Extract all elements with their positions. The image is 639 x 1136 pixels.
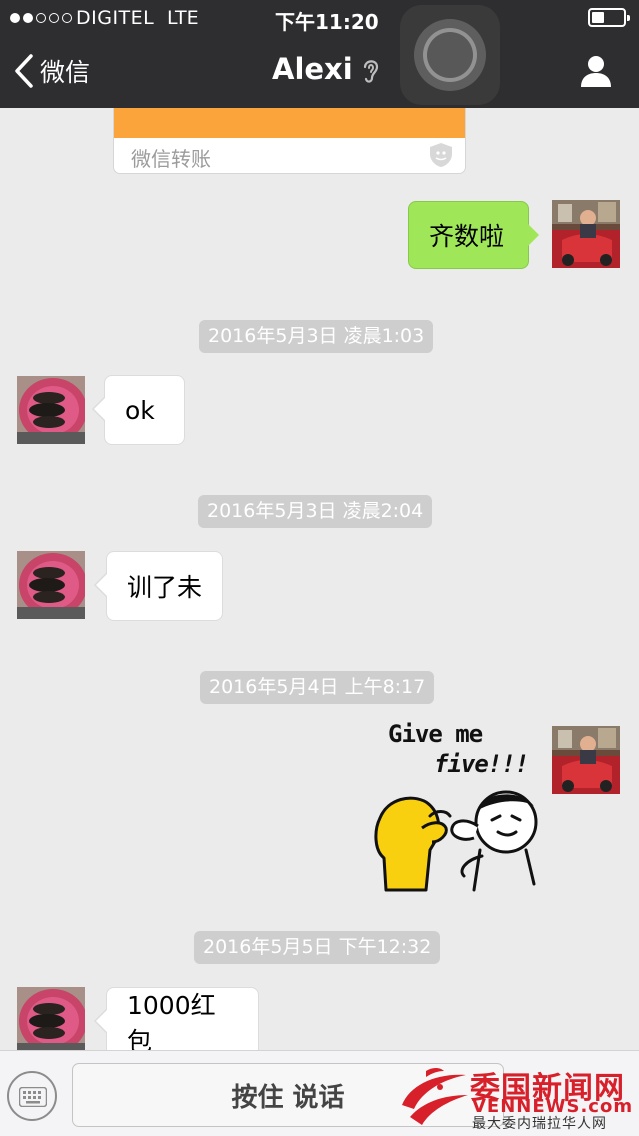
message-text: 1000红包: [127, 991, 216, 1050]
timestamp-label: 2016年5月5日 下午12:32: [194, 931, 441, 964]
message-text: 训了未: [127, 573, 203, 602]
top-bar: DIGITEL LTE 下午11:20 微信 Alexi: [0, 0, 639, 108]
sticker-caption-line2: five!!!: [434, 750, 529, 778]
network-type: LTE: [167, 7, 199, 29]
status-time: 下午11:20: [275, 10, 379, 34]
chat-messages[interactable]: 微信转账 齐数啦 2016年5月3日 凌晨1:03 ok 2016年5月3日 凌…: [0, 108, 639, 1050]
navigation-bar: 微信 Alexi: [0, 36, 639, 108]
signal-dot: [62, 13, 72, 23]
hold-to-talk-label: 按住 说话: [231, 1082, 345, 1113]
signal-dot: [36, 13, 46, 23]
assistive-touch-button[interactable]: [400, 5, 500, 105]
back-button[interactable]: 微信: [14, 53, 90, 89]
transfer-card-header: [114, 108, 465, 138]
contact-avatar-image: [17, 987, 85, 1050]
keyboard-toggle-button[interactable]: [7, 1071, 57, 1121]
contact-avatar[interactable]: [17, 376, 85, 444]
assistive-ring-inner: [427, 32, 473, 78]
watermark-logo-icon: [402, 1068, 468, 1125]
timestamp-label: 2016年5月3日 凌晨1:03: [199, 320, 434, 353]
message-text: 齐数啦: [429, 222, 505, 251]
wechat-chat-screen: DIGITEL LTE 下午11:20 微信 Alexi 微信转账 齐数啦 20…: [0, 0, 639, 1136]
bubble-tail: [96, 1010, 107, 1032]
battery-nub: [627, 15, 630, 21]
carrier-name: DIGITEL: [76, 7, 155, 29]
contact-avatar[interactable]: [17, 987, 85, 1050]
back-label: 微信: [40, 58, 91, 87]
timestamp-label: 2016年5月3日 凌晨2:04: [198, 495, 433, 528]
contact-avatar[interactable]: [17, 551, 85, 619]
incoming-message-bubble[interactable]: 1000红包: [94, 987, 259, 1050]
signal-strength-icon: [10, 13, 72, 23]
signal-dot: [10, 13, 20, 23]
high-five-sticker-image: [374, 790, 538, 892]
bubble-tail: [528, 224, 539, 246]
status-bar: DIGITEL LTE 下午11:20: [0, 0, 639, 36]
battery-fill: [592, 12, 604, 23]
keyboard-icon: [19, 1087, 47, 1107]
chat-title: Alexi: [272, 52, 381, 86]
transfer-card-label: 微信转账: [131, 147, 211, 171]
outgoing-message-bubble[interactable]: 齐数啦: [408, 201, 539, 269]
chat-title-text: Alexi: [272, 52, 353, 86]
my-avatar-image: [552, 200, 620, 268]
bubble-tail: [96, 574, 107, 596]
shield-icon: [430, 143, 452, 167]
sticker-message[interactable]: Give me five!!!: [370, 720, 540, 892]
chevron-left-icon: [15, 54, 33, 88]
signal-dot: [49, 13, 59, 23]
signal-dot: [23, 13, 33, 23]
sticker-caption-line1: Give me: [388, 720, 483, 748]
bubble-tail: [94, 398, 105, 420]
my-avatar[interactable]: [552, 200, 620, 268]
contact-avatar-image: [17, 551, 85, 619]
watermark-tagline: 最大委内瑞拉华人网: [472, 1116, 607, 1132]
my-avatar[interactable]: [552, 726, 620, 794]
transfer-message-card[interactable]: 微信转账: [113, 108, 466, 174]
timestamp-label: 2016年5月4日 上午8:17: [200, 671, 435, 704]
incoming-message-bubble[interactable]: ok: [92, 375, 185, 445]
ear-icon: [363, 60, 378, 83]
my-avatar-image: [552, 726, 620, 794]
news-site-watermark: 委国新闻网 VENNEWS.com 最大委内瑞拉华人网: [396, 1063, 639, 1136]
incoming-message-bubble[interactable]: 训了未: [94, 551, 223, 621]
message-text: ok: [125, 395, 155, 425]
contact-icon[interactable]: [578, 54, 614, 88]
battery-icon: [588, 8, 630, 27]
contact-avatar-image: [17, 376, 85, 444]
